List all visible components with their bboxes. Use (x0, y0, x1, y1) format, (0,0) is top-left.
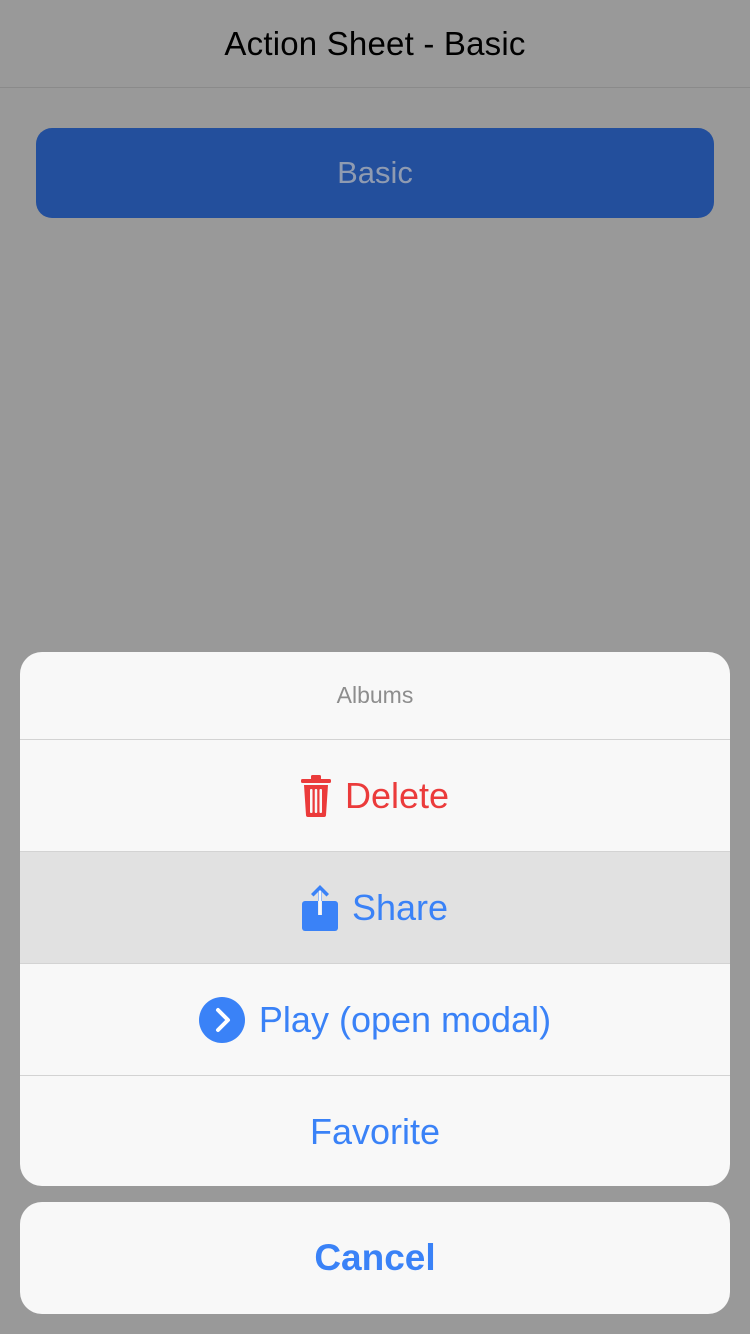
share-icon (301, 884, 338, 931)
delete-button[interactable]: Delete (20, 740, 730, 852)
share-label: Share (351, 886, 449, 928)
page-title: Action Sheet - Basic (224, 24, 526, 62)
action-sheet: Albums Delete Share Play (open modal) Fa… (20, 652, 730, 1186)
trash-icon (300, 774, 331, 817)
navbar: Action Sheet - Basic (0, 0, 750, 88)
favorite-button[interactable]: Favorite (20, 1076, 730, 1186)
favorite-label: Favorite (309, 1111, 441, 1152)
play-button[interactable]: Play (open modal) (20, 964, 730, 1076)
share-button[interactable]: Share (20, 852, 730, 964)
chevron-right-circle-icon (198, 996, 245, 1043)
cancel-button[interactable]: Cancel (20, 1202, 730, 1314)
delete-label: Delete (344, 774, 450, 816)
action-sheet-header: Albums (20, 652, 730, 740)
basic-button[interactable]: Basic (36, 128, 714, 218)
play-label: Play (open modal) (258, 998, 552, 1040)
